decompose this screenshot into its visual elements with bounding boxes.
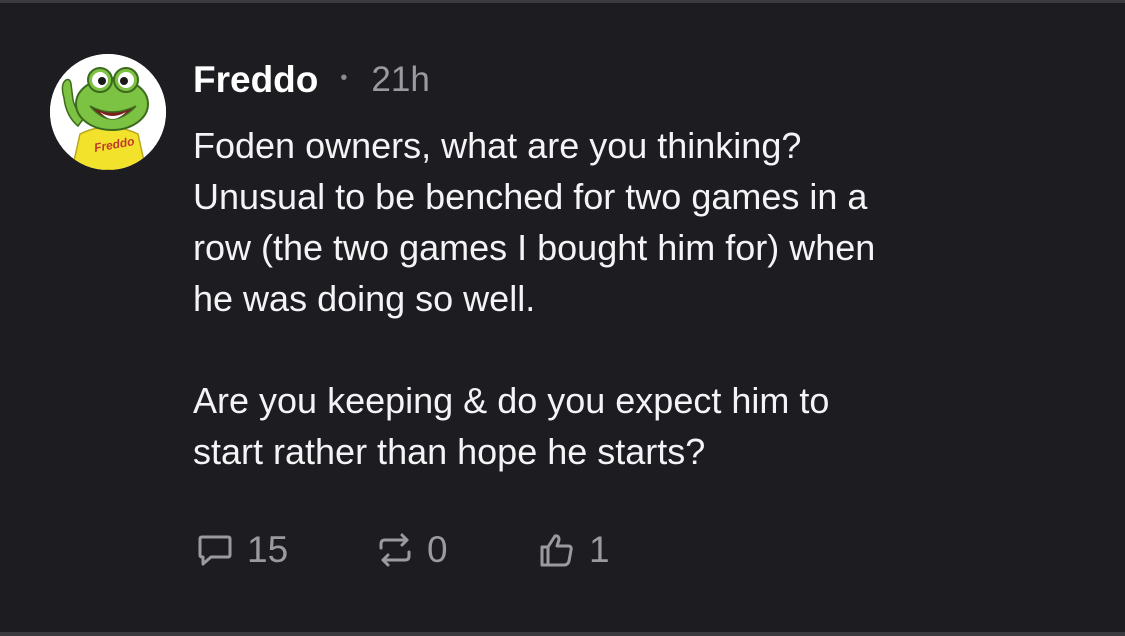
repost-icon [373, 528, 417, 572]
post-line: Unusual to be benched for two games in a [193, 176, 868, 217]
post-card: Freddo Freddo • 21h Foden owners, what a… [0, 0, 1125, 636]
post-paragraph: Are you keeping & do you expect him to s… [193, 375, 1093, 477]
post-line: row (the two games I bought him for) whe… [193, 227, 876, 268]
bottom-divider [0, 632, 1125, 636]
post-paragraph: Foden owners, what are you thinking? Unu… [193, 120, 1093, 324]
post-line: Foden owners, what are you thinking? [193, 125, 802, 166]
frog-avatar-image: Freddo [50, 54, 166, 170]
avatar[interactable]: Freddo [50, 54, 166, 170]
reply-button[interactable]: 15 [193, 528, 373, 572]
post-body: Foden owners, what are you thinking? Unu… [193, 120, 1093, 477]
comment-icon [193, 528, 237, 572]
post-line: start rather than hope he starts? [193, 431, 706, 472]
post-timestamp[interactable]: 21h [371, 60, 429, 100]
post-line: he was doing so well. [193, 278, 536, 319]
reply-count: 15 [247, 529, 289, 570]
like-count: 1 [589, 529, 610, 570]
repost-count: 0 [427, 529, 448, 570]
post-actions: 15 0 1 [193, 526, 610, 574]
like-button[interactable]: 1 [535, 528, 610, 572]
post-header: Freddo • 21h [193, 58, 430, 102]
repost-button[interactable]: 0 [373, 528, 535, 572]
post-line: Are you keeping & do you expect him to [193, 380, 830, 421]
author-name[interactable]: Freddo [193, 59, 318, 101]
thumbs-up-icon [535, 528, 579, 572]
separator-dot: • [340, 66, 348, 89]
